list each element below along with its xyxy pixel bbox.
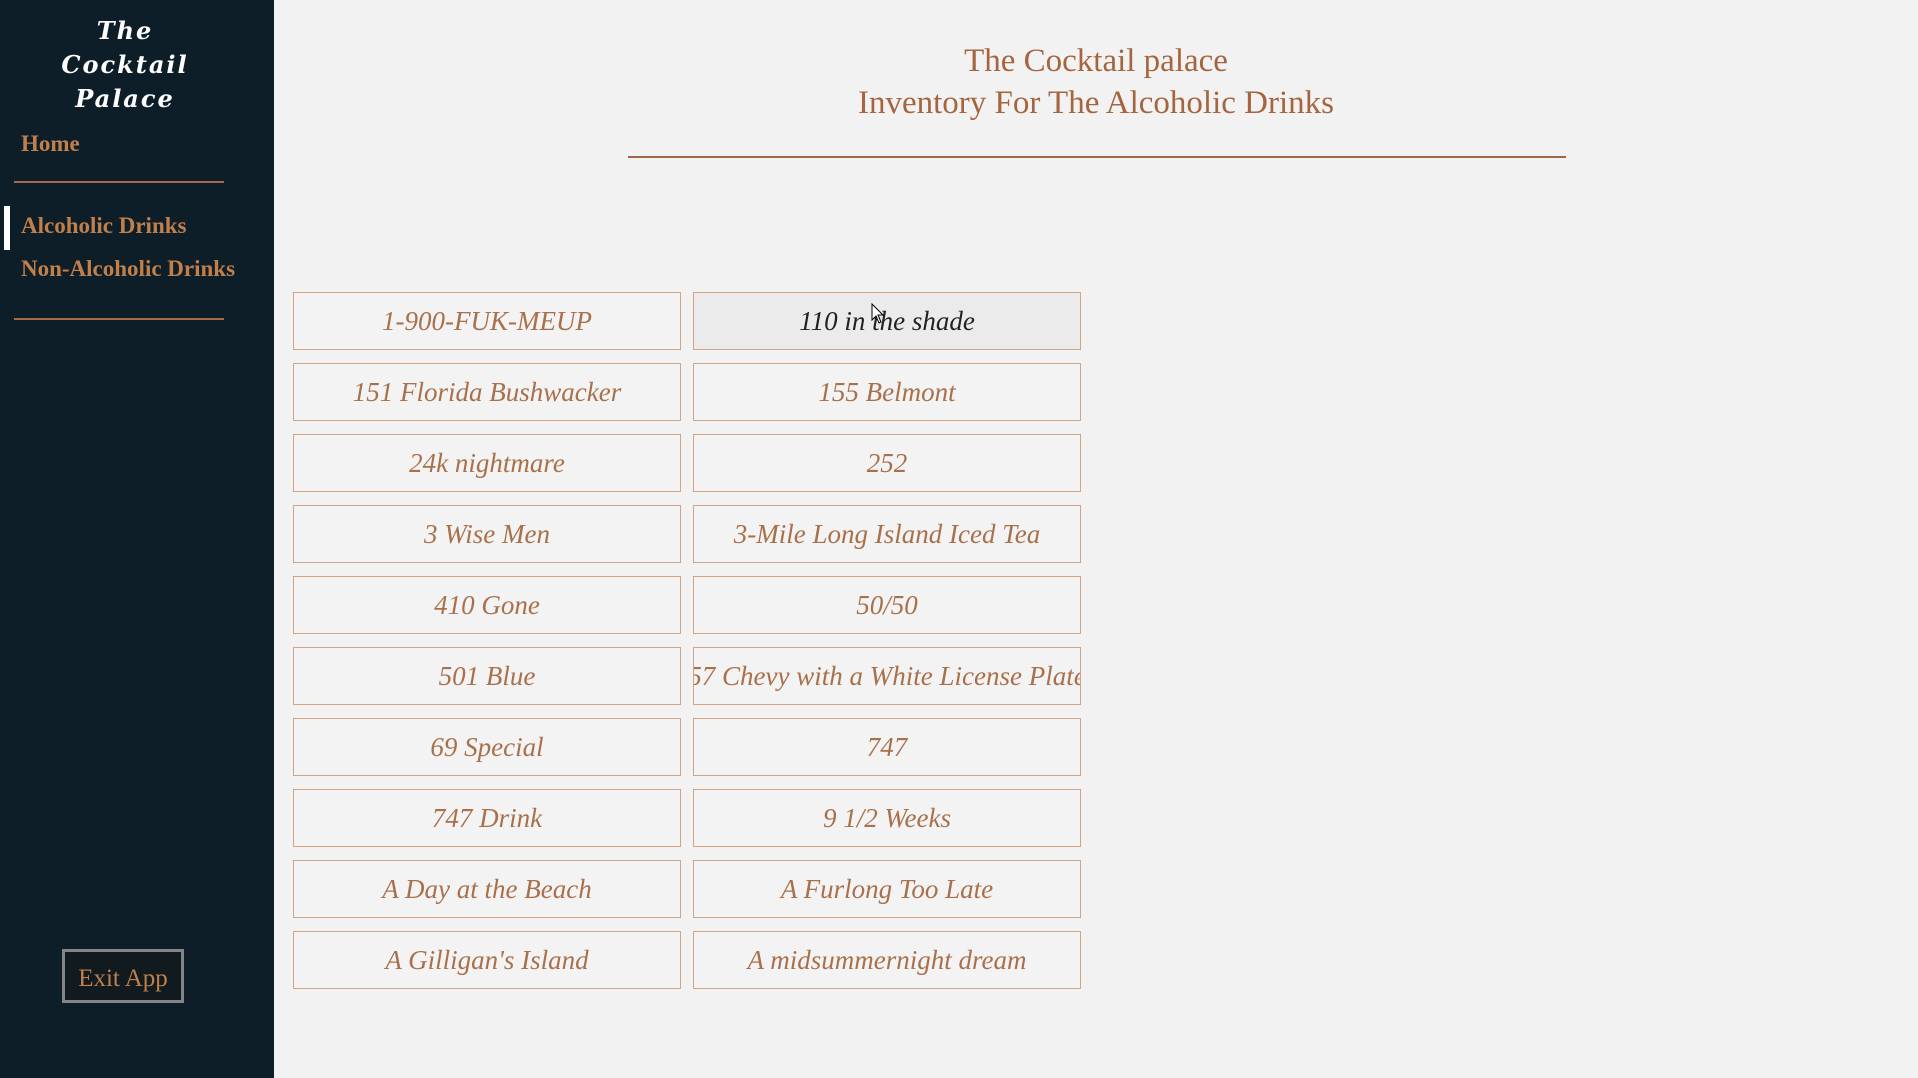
active-nav-indicator — [4, 206, 10, 250]
drink-button[interactable]: 151 Florida Bushwacker — [293, 363, 681, 421]
drink-button[interactable]: 24k nightmare — [293, 434, 681, 492]
logo-line: Cocktail — [61, 50, 189, 79]
header-divider — [628, 156, 1566, 158]
drinks-grid: 1-900-FUK-MEUP 110 in the shade 151 Flor… — [293, 292, 1081, 989]
logo-line: Palace — [75, 84, 175, 113]
page-header: The Cocktail palace Inventory For The Al… — [274, 40, 1918, 124]
app-window: The Cocktail Palace Home Alcoholic Drink… — [0, 0, 1918, 1078]
drink-button[interactable]: A Gilligan's Island — [293, 931, 681, 989]
drink-button[interactable]: 747 — [693, 718, 1081, 776]
sidebar: The Cocktail Palace Home Alcoholic Drink… — [0, 0, 274, 1078]
drink-button[interactable]: 747 Drink — [293, 789, 681, 847]
nav-alcoholic-drinks[interactable]: Alcoholic Drinks — [21, 213, 186, 239]
drink-button[interactable]: 252 — [693, 434, 1081, 492]
drink-button[interactable]: 410 Gone — [293, 576, 681, 634]
drink-button[interactable]: 3 Wise Men — [293, 505, 681, 563]
mouse-cursor-icon — [871, 303, 885, 324]
drink-button[interactable]: A Furlong Too Late — [693, 860, 1081, 918]
drink-button[interactable]: 110 in the shade — [693, 292, 1081, 350]
app-logo: The Cocktail Palace — [0, 14, 250, 116]
drink-button[interactable]: A midsummernight dream — [693, 931, 1081, 989]
drink-button[interactable]: 3-Mile Long Island Iced Tea — [693, 505, 1081, 563]
drink-button[interactable]: A Day at the Beach — [293, 860, 681, 918]
drink-button[interactable]: 9 1/2 Weeks — [693, 789, 1081, 847]
page-title: The Cocktail palace — [964, 43, 1228, 79]
exit-app-button[interactable]: Exit App — [62, 949, 184, 1003]
logo-line: The — [96, 16, 154, 45]
nav-non-alcoholic-drinks[interactable]: Non-Alcoholic Drinks — [21, 256, 235, 282]
sidebar-divider — [14, 318, 224, 320]
drink-button[interactable]: 50/50 — [693, 576, 1081, 634]
drink-button[interactable]: 1-900-FUK-MEUP — [293, 292, 681, 350]
drink-button[interactable]: 501 Blue — [293, 647, 681, 705]
nav-home[interactable]: Home — [21, 131, 80, 157]
drink-button[interactable]: 69 Special — [293, 718, 681, 776]
drink-button[interactable]: 155 Belmont — [693, 363, 1081, 421]
sidebar-divider — [14, 181, 224, 183]
page-subtitle: Inventory For The Alcoholic Drinks — [858, 85, 1334, 121]
drink-button[interactable]: 57 Chevy with a White License Plate — [693, 647, 1081, 705]
